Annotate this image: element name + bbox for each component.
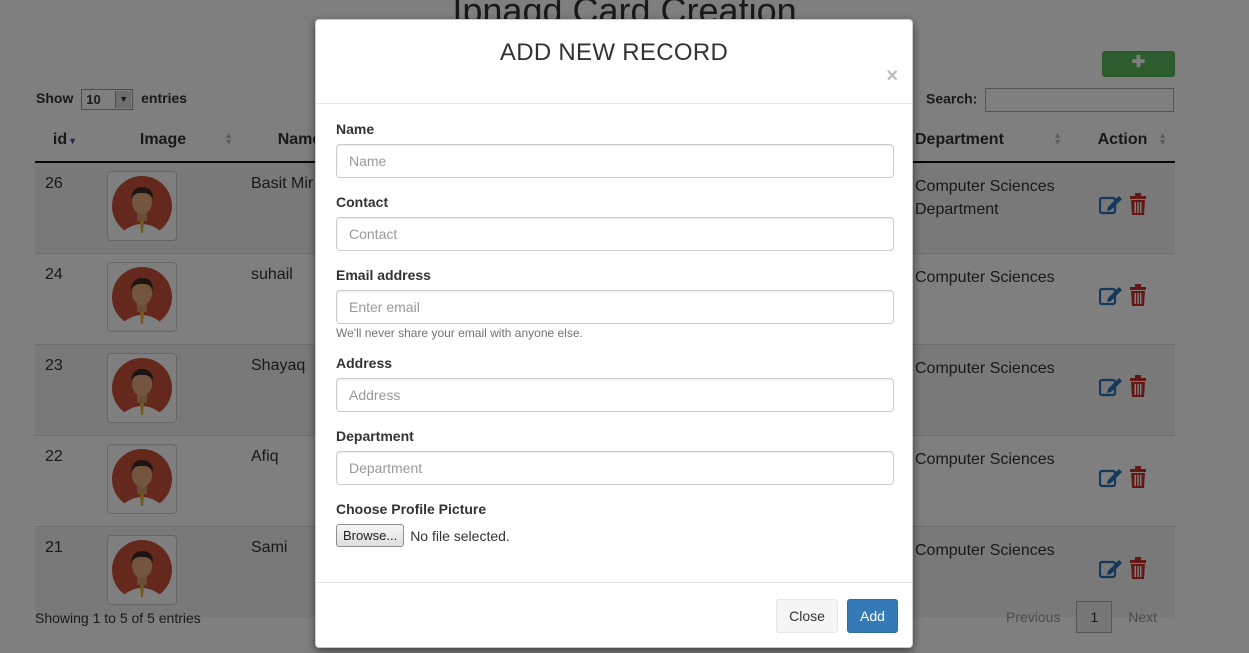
email-help-text: We'll never share your email with anyone…: [336, 326, 583, 340]
add-record-modal: ADD NEW RECORD × Name Name Contact Conta…: [315, 19, 913, 648]
address-group: Address Address: [336, 355, 894, 412]
browse-button[interactable]: Browse...: [336, 524, 405, 547]
modal-body: Name Name Contact Contact Email address …: [316, 104, 912, 547]
modal-header: ADD NEW RECORD ×: [316, 20, 912, 104]
contact-label: Contact: [336, 194, 389, 210]
contact-input[interactable]: Contact: [336, 217, 894, 251]
department-group: Department Department: [336, 428, 894, 485]
address-label: Address: [336, 355, 393, 371]
picture-label: Choose Profile Picture: [336, 501, 487, 517]
contact-group: Contact Contact: [336, 194, 894, 251]
department-input[interactable]: Department: [336, 451, 894, 485]
name-input[interactable]: Name: [336, 144, 894, 178]
address-input[interactable]: Address: [336, 378, 894, 412]
file-status: No file selected.: [410, 527, 510, 544]
modal-footer: Close Add: [316, 582, 912, 647]
department-label: Department: [336, 428, 414, 444]
close-icon[interactable]: ×: [886, 66, 898, 86]
name-label: Name: [336, 121, 375, 137]
picture-group: Choose Profile Picture Browse... No file…: [336, 501, 892, 547]
file-input: Browse... No file selected.: [336, 524, 892, 547]
email-label: Email address: [336, 267, 431, 283]
modal-title: ADD NEW RECORD: [499, 39, 729, 66]
email-input[interactable]: Enter email: [336, 290, 894, 324]
email-group: Email address Enter email We'll never sh…: [336, 267, 894, 340]
add-button[interactable]: Add: [847, 599, 898, 633]
name-group: Name Name: [336, 121, 894, 178]
close-button[interactable]: Close: [776, 599, 838, 633]
